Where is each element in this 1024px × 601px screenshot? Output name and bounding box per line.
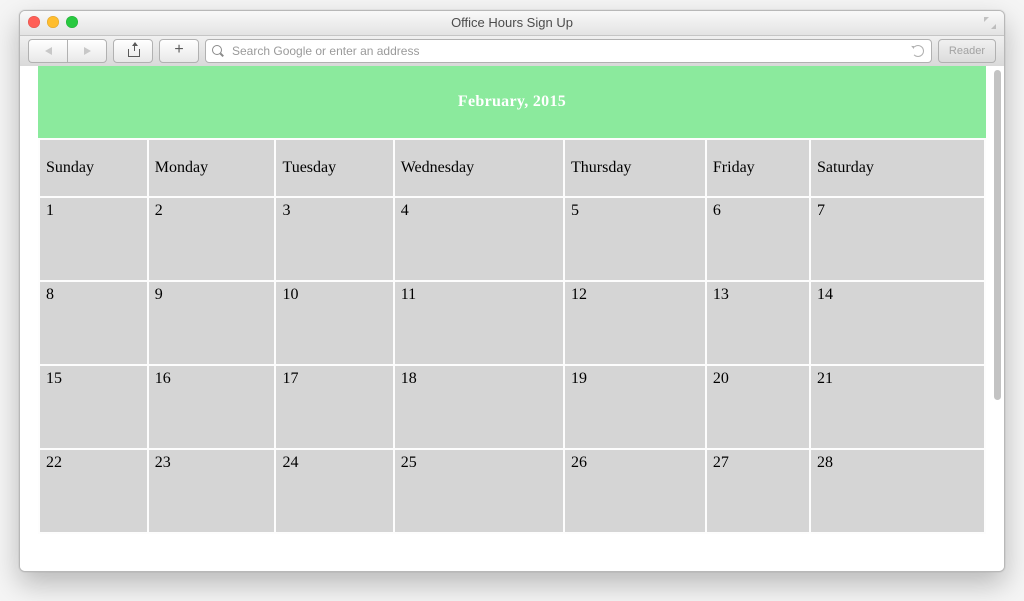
day-header: Tuesday bbox=[275, 139, 393, 197]
reader-button[interactable]: Reader bbox=[938, 39, 996, 63]
zoom-icon[interactable] bbox=[66, 16, 78, 28]
calendar-day-cell[interactable]: 24 bbox=[275, 449, 393, 533]
calendar-day-cell[interactable]: 15 bbox=[39, 365, 148, 449]
calendar-day-cell[interactable]: 13 bbox=[706, 281, 810, 365]
day-header: Thursday bbox=[564, 139, 706, 197]
chevron-left-icon bbox=[45, 47, 52, 55]
calendar-day-cell[interactable]: 27 bbox=[706, 449, 810, 533]
calendar-day-cell[interactable]: 12 bbox=[564, 281, 706, 365]
calendar-day-cell[interactable]: 10 bbox=[275, 281, 393, 365]
calendar-day-cell[interactable]: 6 bbox=[706, 197, 810, 281]
calendar-day-cell[interactable]: 25 bbox=[394, 449, 564, 533]
share-button[interactable] bbox=[113, 39, 153, 63]
calendar-day-cell[interactable]: 26 bbox=[564, 449, 706, 533]
page-viewport: February, 2015 Sunday Monday Tuesday Wed… bbox=[20, 66, 1004, 571]
calendar-day-cell[interactable]: 1 bbox=[39, 197, 148, 281]
calendar-day-cell[interactable]: 11 bbox=[394, 281, 564, 365]
calendar-week-row: 1 2 3 4 5 6 7 bbox=[39, 197, 985, 281]
browser-window: Office Hours Sign Up + Reader bbox=[19, 10, 1005, 572]
calendar-day-cell[interactable]: 22 bbox=[39, 449, 148, 533]
calendar-day-cell[interactable]: 23 bbox=[148, 449, 276, 533]
calendar-week-row: 8 9 10 11 12 13 14 bbox=[39, 281, 985, 365]
calendar-day-cell[interactable]: 17 bbox=[275, 365, 393, 449]
calendar-day-cell[interactable]: 8 bbox=[39, 281, 148, 365]
calendar-title: February, 2015 bbox=[38, 66, 986, 138]
plus-icon: + bbox=[174, 42, 183, 58]
day-header: Sunday bbox=[39, 139, 148, 197]
window-title: Office Hours Sign Up bbox=[451, 15, 573, 30]
back-button[interactable] bbox=[28, 39, 67, 63]
calendar-week-row: 15 16 17 18 19 20 21 bbox=[39, 365, 985, 449]
fullscreen-icon[interactable] bbox=[984, 17, 996, 29]
day-header: Wednesday bbox=[394, 139, 564, 197]
calendar-body: 1 2 3 4 5 6 7 8 9 10 11 12 13 bbox=[39, 197, 985, 533]
calendar-day-cell[interactable]: 7 bbox=[810, 197, 985, 281]
calendar-day-cell[interactable]: 2 bbox=[148, 197, 276, 281]
calendar-day-cell[interactable]: 3 bbox=[275, 197, 393, 281]
forward-button[interactable] bbox=[67, 39, 107, 63]
calendar-day-cell[interactable]: 14 bbox=[810, 281, 985, 365]
titlebar: Office Hours Sign Up bbox=[20, 11, 1004, 36]
address-bar[interactable] bbox=[205, 39, 932, 63]
nav-buttons bbox=[28, 39, 107, 63]
close-icon[interactable] bbox=[28, 16, 40, 28]
calendar-day-cell[interactable]: 4 bbox=[394, 197, 564, 281]
reload-icon[interactable] bbox=[912, 45, 925, 58]
day-header: Monday bbox=[148, 139, 276, 197]
calendar-day-cell[interactable]: 28 bbox=[810, 449, 985, 533]
calendar-day-cell[interactable]: 16 bbox=[148, 365, 276, 449]
page-content: February, 2015 Sunday Monday Tuesday Wed… bbox=[20, 66, 1004, 548]
search-icon bbox=[212, 45, 224, 57]
calendar-day-cell[interactable]: 19 bbox=[564, 365, 706, 449]
new-tab-button[interactable]: + bbox=[159, 39, 199, 63]
calendar-day-cell[interactable]: 21 bbox=[810, 365, 985, 449]
calendar-week-row: 22 23 24 25 26 27 28 bbox=[39, 449, 985, 533]
calendar-header-row: Sunday Monday Tuesday Wednesday Thursday… bbox=[39, 139, 985, 197]
address-input[interactable] bbox=[230, 43, 906, 59]
day-header: Saturday bbox=[810, 139, 985, 197]
share-icon bbox=[127, 45, 139, 57]
calendar-day-cell[interactable]: 20 bbox=[706, 365, 810, 449]
reader-label: Reader bbox=[949, 45, 985, 57]
calendar-table: Sunday Monday Tuesday Wednesday Thursday… bbox=[38, 138, 986, 534]
chevron-right-icon bbox=[84, 47, 91, 55]
toolbar: + Reader bbox=[20, 36, 1004, 67]
calendar-day-cell[interactable]: 9 bbox=[148, 281, 276, 365]
calendar-day-cell[interactable]: 18 bbox=[394, 365, 564, 449]
minimize-icon[interactable] bbox=[47, 16, 59, 28]
day-header: Friday bbox=[706, 139, 810, 197]
calendar-day-cell[interactable]: 5 bbox=[564, 197, 706, 281]
traffic-lights bbox=[28, 16, 78, 28]
